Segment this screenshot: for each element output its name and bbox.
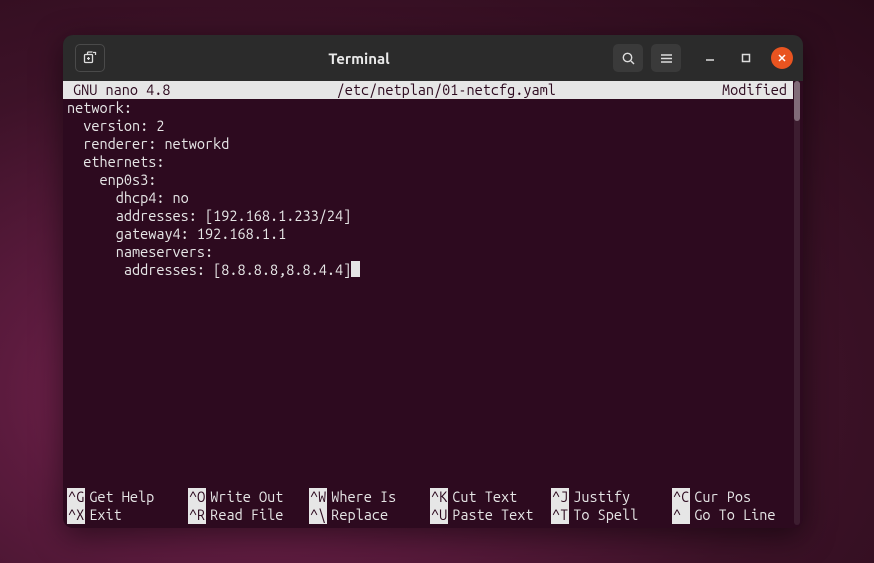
new-tab-icon: [83, 51, 97, 65]
editor-content[interactable]: network: version: 2 renderer: networkd e…: [63, 99, 793, 488]
shortcut-key: ^\: [309, 506, 327, 524]
file-line: enp0s3:: [67, 171, 793, 189]
shortcut-label: Paste Text: [452, 506, 533, 524]
nano-shortcut[interactable]: ^WWhere Is: [309, 488, 430, 506]
nano-shortcut[interactable]: ^TTo Spell: [551, 506, 672, 524]
nano-shortcut[interactable]: ^OWrite Out: [188, 488, 309, 506]
shortcut-key: ^G: [67, 488, 85, 506]
shortcut-label: Where Is: [331, 488, 396, 506]
window-title: Terminal: [113, 50, 605, 67]
file-line: renderer: networkd: [67, 135, 793, 153]
nano-shortcut[interactable]: ^GGet Help: [67, 488, 188, 506]
nano-status: Modified: [722, 81, 789, 99]
shortcut-key: ^: [672, 506, 690, 524]
nano-shortcuts: ^GGet Help^XExit^OWrite Out^RRead File^W…: [63, 488, 793, 528]
shortcut-key: ^C: [672, 488, 690, 506]
file-line: addresses: [8.8.8.8,8.8.4.4]: [67, 261, 793, 279]
search-button[interactable]: [613, 44, 643, 72]
shortcut-label: Justify: [573, 488, 630, 506]
window-controls: [699, 47, 793, 69]
minimize-icon: [704, 52, 716, 64]
shortcut-label: Read File: [210, 506, 283, 524]
shortcut-label: Write Out: [210, 488, 283, 506]
nano-header: GNU nano 4.8 /etc/netplan/01-netcfg.yaml…: [63, 81, 793, 99]
new-tab-button[interactable]: [75, 44, 105, 72]
scrollbar[interactable]: [794, 81, 800, 525]
nano-shortcut[interactable]: ^XExit: [67, 506, 188, 524]
nano-shortcut[interactable]: ^KCut Text: [430, 488, 551, 506]
shortcut-key: ^X: [67, 506, 85, 524]
close-icon: [776, 52, 788, 64]
nano-app-name: GNU nano 4.8: [67, 81, 170, 99]
nano-file-path: /etc/netplan/01-netcfg.yaml: [170, 81, 722, 99]
file-line: ethernets:: [67, 153, 793, 171]
file-line: version: 2: [67, 117, 793, 135]
file-line: nameservers:: [67, 243, 793, 261]
nano-shortcut[interactable]: ^JJustify: [551, 488, 672, 506]
scrollbar-thumb[interactable]: [794, 81, 800, 121]
shortcut-key: ^J: [551, 488, 569, 506]
nano-shortcut[interactable]: ^\Replace: [309, 506, 430, 524]
shortcut-key: ^U: [430, 506, 448, 524]
shortcut-label: Get Help: [89, 488, 154, 506]
shortcut-label: To Spell: [573, 506, 638, 524]
maximize-icon: [740, 52, 752, 64]
shortcut-key: ^R: [188, 506, 206, 524]
nano-shortcut[interactable]: ^RRead File: [188, 506, 309, 524]
hamburger-icon: [659, 51, 674, 66]
shortcut-label: Cut Text: [452, 488, 517, 506]
shortcut-key: ^W: [309, 488, 327, 506]
shortcut-label: Exit: [89, 506, 121, 524]
shortcut-key: ^O: [188, 488, 206, 506]
close-button[interactable]: [771, 47, 793, 69]
shortcut-label: Cur Pos: [694, 488, 751, 506]
minimize-button[interactable]: [699, 47, 721, 69]
file-line: addresses: [192.168.1.233/24]: [67, 207, 793, 225]
nano-shortcut[interactable]: ^UPaste Text: [430, 506, 551, 524]
terminal-window: Terminal GNU nano 4.8 /etc/netplan/01-ne…: [63, 35, 803, 528]
nano-shortcut[interactable]: ^CCur Pos: [672, 488, 793, 506]
shortcut-label: Replace: [331, 506, 388, 524]
file-line: dhcp4: no: [67, 189, 793, 207]
maximize-button[interactable]: [735, 47, 757, 69]
search-icon: [621, 51, 636, 66]
file-line: network:: [67, 99, 793, 117]
menu-button[interactable]: [651, 44, 681, 72]
shortcut-key: ^K: [430, 488, 448, 506]
shortcut-label: Go To Line: [694, 506, 775, 524]
nano-shortcut[interactable]: ^ Go To Line: [672, 506, 793, 524]
file-line: gateway4: 192.168.1.1: [67, 225, 793, 243]
cursor: [351, 261, 360, 277]
terminal-body[interactable]: GNU nano 4.8 /etc/netplan/01-netcfg.yaml…: [63, 81, 803, 528]
titlebar: Terminal: [63, 35, 803, 81]
shortcut-key: ^T: [551, 506, 569, 524]
